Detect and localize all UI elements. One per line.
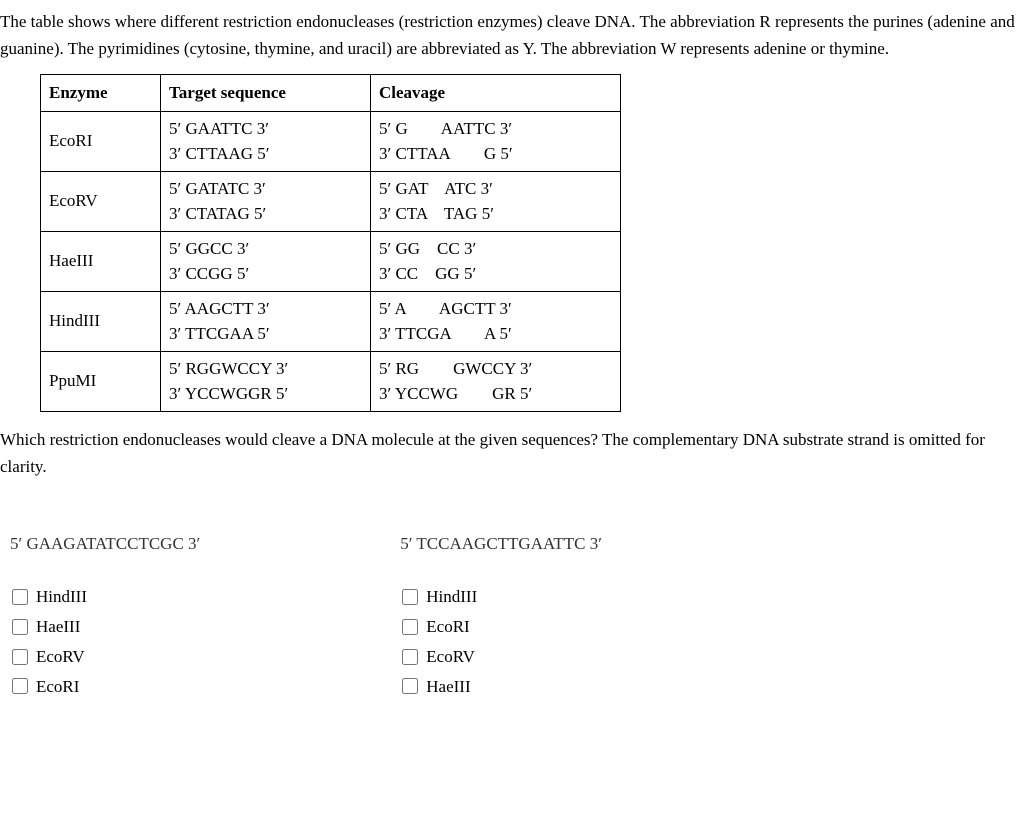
checkbox[interactable] [402,678,418,694]
seq-target-top: 5′ AAGCTT 3′ [169,296,362,322]
seq-target-bot: 3′ CTATAG 5′ [169,201,362,227]
seq-target-top: 5′ GGCC 3′ [169,236,362,262]
option-label: EcoRI [426,615,469,639]
table-row: EcoRV 5′ GATATC 3′ 3′ CTATAG 5′ 5′ GAT A… [41,171,621,231]
table-row: HindIII 5′ AAGCTT 3′ 3′ TTCGAA 5′ 5′ A A… [41,291,621,351]
option-label: EcoRI [36,675,79,699]
option-label: EcoRV [426,645,475,669]
seq-cleave-bot: 3′ CTTAA G 5′ [379,141,612,167]
cell-enzyme: HaeIII [41,231,161,291]
seq-target-bot: 3′ TTCGAA 5′ [169,321,362,347]
table-row: HaeIII 5′ GGCC 3′ 3′ CCGG 5′ 5′ GG CC 3′… [41,231,621,291]
option-hindiii-1[interactable]: HindIII [12,585,200,609]
intro-text: The table shows where different restrict… [0,8,1024,62]
sequences-container: 5′ GAAGATATCCTCGC 3′ HindIII HaeIII EcoR… [10,530,1014,704]
option-label: HindIII [426,585,477,609]
seq-cleave-bot: 3′ YCCWG GR 5′ [379,381,612,407]
question-text: Which restriction endonucleases would cl… [0,426,1024,480]
enzyme-table: Enzyme Target sequence Cleavage EcoRI 5′… [40,74,621,411]
checkbox[interactable] [402,649,418,665]
seq-cleave-bot: 3′ TTCGA A 5′ [379,321,612,347]
cell-cleavage: 5′ GG CC 3′ 3′ CC GG 5′ [371,231,621,291]
option-label: HaeIII [36,615,80,639]
seq-cleave-top: 5′ RG GWCCY 3′ [379,356,612,382]
table-row: EcoRI 5′ GAATTC 3′ 3′ CTTAAG 5′ 5′ G AAT… [41,111,621,171]
sequence-header-1: 5′ GAAGATATCCTCGC 3′ [10,530,200,557]
sequence-block-1: 5′ GAAGATATCCTCGC 3′ HindIII HaeIII EcoR… [10,530,200,704]
seq-cleave-top: 5′ GAT ATC 3′ [379,176,612,202]
seq-target-top: 5′ GAATTC 3′ [169,116,362,142]
cell-target: 5′ GAATTC 3′ 3′ CTTAAG 5′ [161,111,371,171]
option-ecorv-1[interactable]: EcoRV [12,645,200,669]
seq-target-bot: 3′ CCGG 5′ [169,261,362,287]
option-hindiii-2[interactable]: HindIII [402,585,602,609]
seq-cleave-top: 5′ G AATTC 3′ [379,116,612,142]
cell-enzyme: EcoRV [41,171,161,231]
cell-cleavage: 5′ RG GWCCY 3′ 3′ YCCWG GR 5′ [371,351,621,411]
checkbox[interactable] [402,619,418,635]
cell-enzyme: EcoRI [41,111,161,171]
th-target: Target sequence [161,75,371,111]
cell-cleavage: 5′ GAT ATC 3′ 3′ CTA TAG 5′ [371,171,621,231]
th-enzyme: Enzyme [41,75,161,111]
cell-target: 5′ RGGWCCY 3′ 3′ YCCWGGR 5′ [161,351,371,411]
cell-enzyme: PpuMI [41,351,161,411]
seq-cleave-bot: 3′ CC GG 5′ [379,261,612,287]
options-2: HindIII EcoRI EcoRV HaeIII [402,585,602,698]
checkbox[interactable] [12,649,28,665]
sequence-header-2: 5′ TCCAAGCTTGAATTC 3′ [400,530,602,557]
seq-target-bot: 3′ YCCWGGR 5′ [169,381,362,407]
options-1: HindIII HaeIII EcoRV EcoRI [12,585,200,698]
option-ecorv-2[interactable]: EcoRV [402,645,602,669]
table-header-row: Enzyme Target sequence Cleavage [41,75,621,111]
option-ecori-1[interactable]: EcoRI [12,675,200,699]
seq-cleave-top: 5′ A AGCTT 3′ [379,296,612,322]
sequence-block-2: 5′ TCCAAGCTTGAATTC 3′ HindIII EcoRI EcoR… [400,530,602,704]
checkbox[interactable] [402,589,418,605]
th-cleavage: Cleavage [371,75,621,111]
option-label: EcoRV [36,645,85,669]
seq-cleave-top: 5′ GG CC 3′ [379,236,612,262]
checkbox[interactable] [12,589,28,605]
seq-target-top: 5′ GATATC 3′ [169,176,362,202]
option-haeiii-2[interactable]: HaeIII [402,675,602,699]
cell-enzyme: HindIII [41,291,161,351]
seq-target-top: 5′ RGGWCCY 3′ [169,356,362,382]
checkbox[interactable] [12,619,28,635]
cell-target: 5′ AAGCTT 3′ 3′ TTCGAA 5′ [161,291,371,351]
option-haeiii-1[interactable]: HaeIII [12,615,200,639]
option-ecori-2[interactable]: EcoRI [402,615,602,639]
cell-cleavage: 5′ A AGCTT 3′ 3′ TTCGA A 5′ [371,291,621,351]
option-label: HaeIII [426,675,470,699]
cell-target: 5′ GGCC 3′ 3′ CCGG 5′ [161,231,371,291]
option-label: HindIII [36,585,87,609]
seq-cleave-bot: 3′ CTA TAG 5′ [379,201,612,227]
cell-cleavage: 5′ G AATTC 3′ 3′ CTTAA G 5′ [371,111,621,171]
seq-target-bot: 3′ CTTAAG 5′ [169,141,362,167]
table-row: PpuMI 5′ RGGWCCY 3′ 3′ YCCWGGR 5′ 5′ RG … [41,351,621,411]
checkbox[interactable] [12,678,28,694]
cell-target: 5′ GATATC 3′ 3′ CTATAG 5′ [161,171,371,231]
